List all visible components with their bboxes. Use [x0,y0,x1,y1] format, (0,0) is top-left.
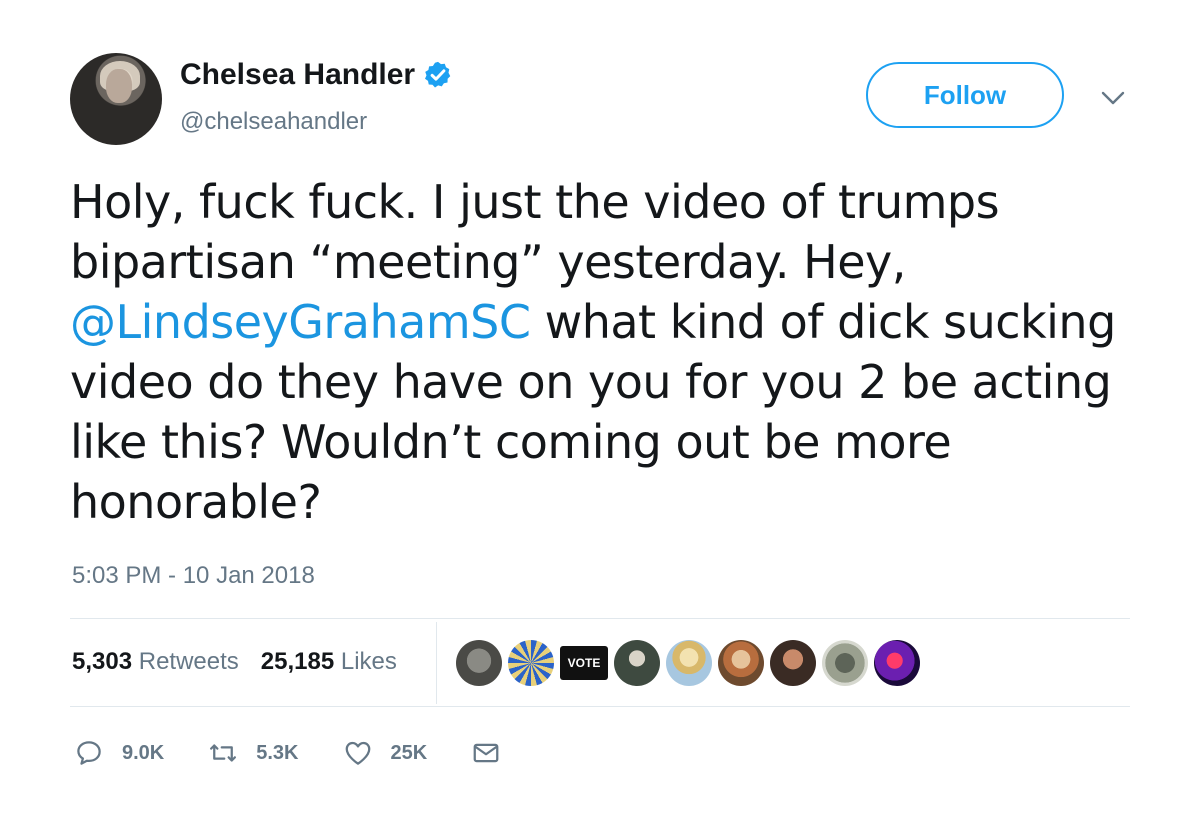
likes-label: Likes [340,648,397,675]
liker-avatar[interactable] [822,640,868,686]
tweet-timestamp[interactable]: 5:03 PM - 10 Jan 2018 [72,562,315,590]
liker-avatar[interactable] [718,640,764,686]
avatar-face [106,69,132,103]
liker-avatar[interactable] [614,640,660,686]
tweet-text-before: Holy, fuck fuck. I just the video of tru… [70,175,1000,289]
heart-icon [345,741,370,765]
retweet-button[interactable]: 5.3K [208,738,299,768]
follow-button[interactable]: Follow [866,62,1064,128]
retweet-count: 5.3K [256,741,299,764]
author-avatar[interactable] [70,53,162,145]
liker-avatar-vote[interactable]: VOTE [560,646,608,680]
liker-avatar[interactable] [874,640,920,686]
author-display-name[interactable]: Chelsea Handler [180,58,415,92]
envelope-icon [473,743,499,763]
like-button[interactable]: 25K [343,738,428,768]
liker-avatar[interactable] [508,640,554,686]
liker-avatar[interactable] [666,640,712,686]
retweets-stat[interactable]: 5,303 Retweets [72,648,239,676]
chevron-down-icon[interactable] [1100,88,1126,108]
likes-count: 25,185 [260,648,335,675]
author-name-row: Chelsea Handler [180,58,453,92]
divider-bottom [70,706,1130,707]
like-count: 25K [390,741,428,764]
retweets-count: 5,303 [72,648,133,675]
likes-stat[interactable]: 25,185 Likes [261,648,397,676]
liker-avatars: VOTE [456,640,920,686]
tweet-stats: 5,303 Retweets 25,185 Likes [72,648,397,676]
reply-icon [77,741,101,765]
retweet-icon [210,744,237,762]
reply-button[interactable]: 9.0K [74,738,164,768]
direct-message-button[interactable] [471,738,519,768]
tweet-actions: 9.0K 5.3K 25K [74,738,563,768]
reply-count: 9.0K [122,741,165,764]
author-handle[interactable]: @chelseahandler [180,108,367,136]
stats-separator [436,622,437,704]
retweets-label: Retweets [138,648,239,675]
divider-top [70,618,1130,619]
liker-avatar[interactable] [770,640,816,686]
liker-avatar[interactable] [456,640,502,686]
tweet-text: Holy, fuck fuck. I just the video of tru… [70,172,1150,532]
mention-link[interactable]: @LindseyGrahamSC [70,295,531,349]
verified-badge-icon [425,61,451,88]
